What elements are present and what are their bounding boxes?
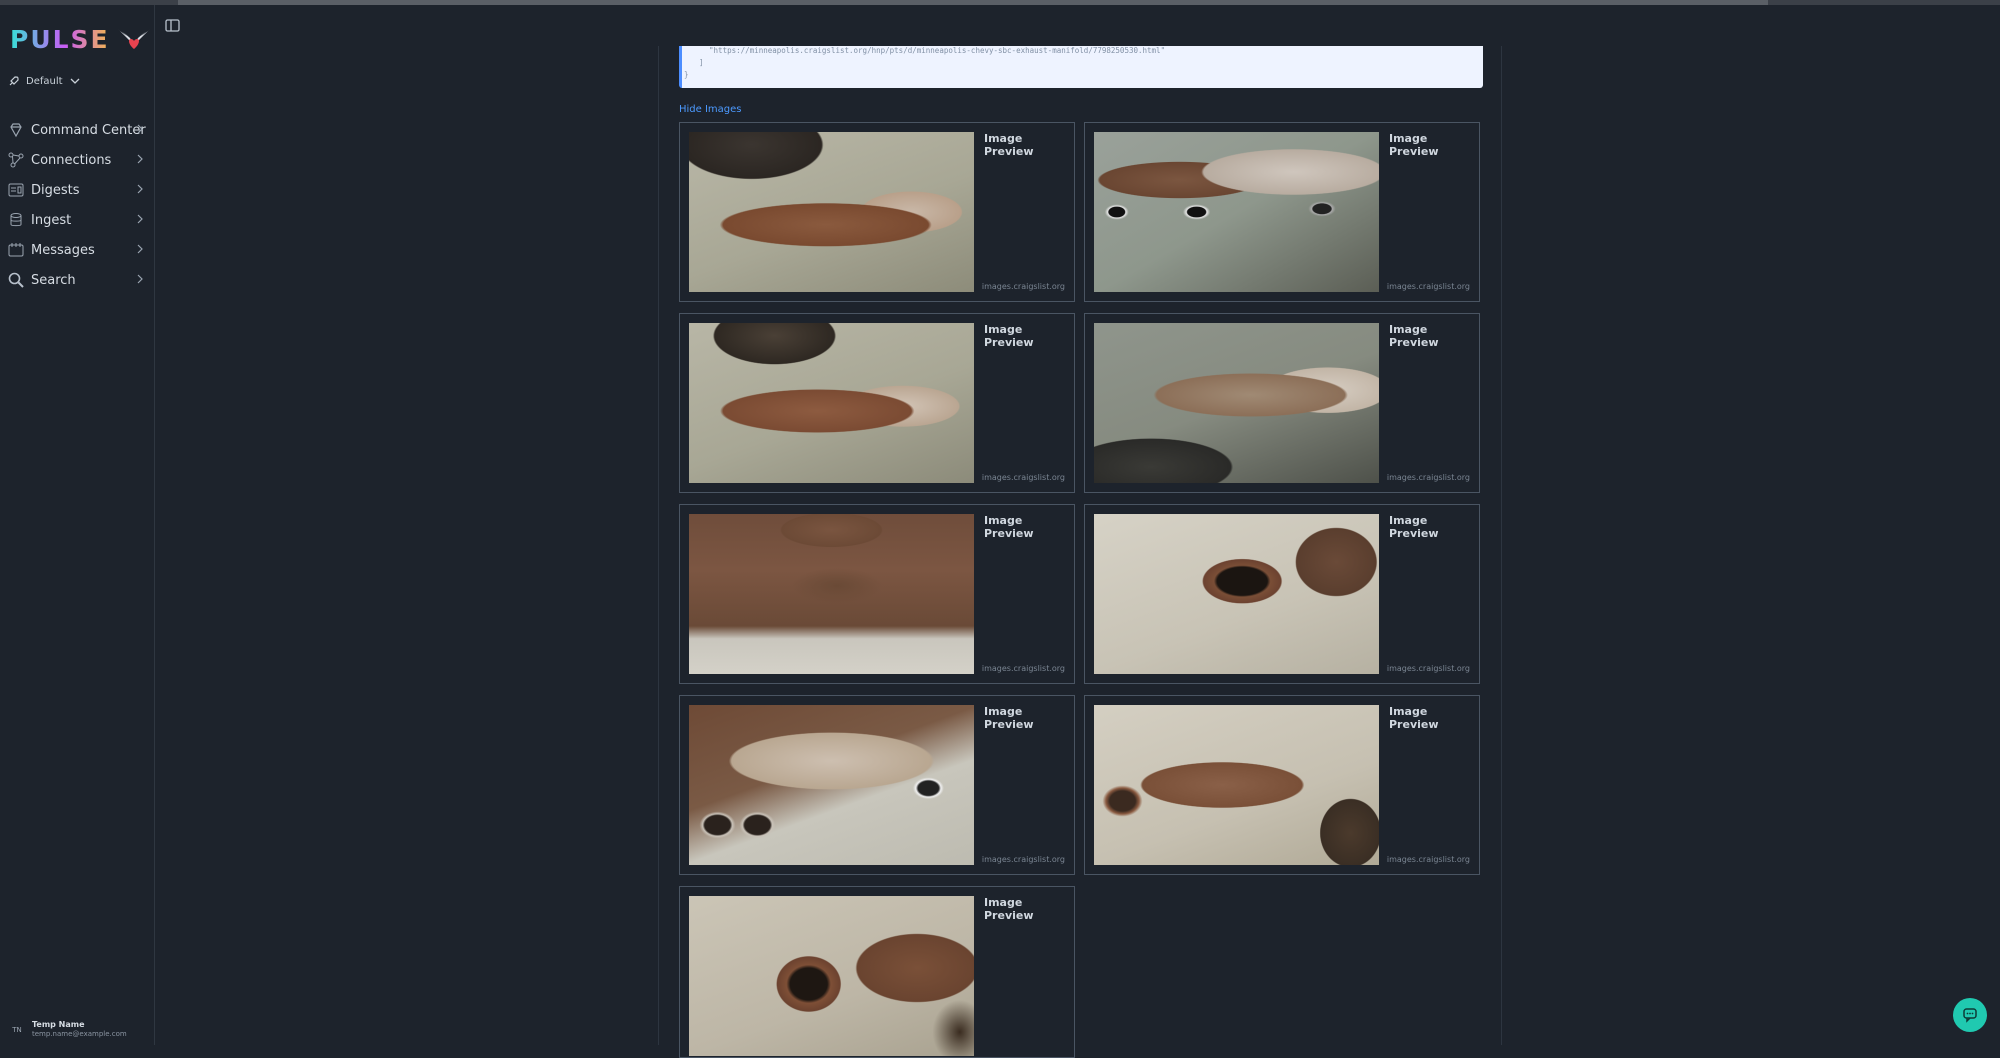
sidebar-item-ingest[interactable]: Ingest xyxy=(0,205,154,235)
image-preview-card[interactable]: Image Preview images.craigslist.org xyxy=(679,122,1075,302)
sidebar-item-connections[interactable]: Connections xyxy=(0,145,154,175)
chevron-right-icon xyxy=(137,214,143,224)
chevron-right-icon xyxy=(137,184,143,194)
app-logo[interactable]: PULSE xyxy=(10,25,110,54)
image-preview-card[interactable]: Image Preview xyxy=(679,886,1075,1058)
card-title: Image Preview xyxy=(984,896,1034,922)
card-source: images.craigslist.org xyxy=(1386,473,1470,482)
sidebar-item-digests[interactable]: Digests xyxy=(0,175,154,205)
avatar: TN xyxy=(12,1025,22,1034)
sidebar-item-search[interactable]: Search xyxy=(0,265,154,295)
card-source: images.craigslist.org xyxy=(1386,664,1470,673)
chevron-down-icon xyxy=(70,78,80,84)
chat-button[interactable] xyxy=(1953,998,1987,1032)
sidebar-item-label: Ingest xyxy=(31,212,72,228)
manifold-outlet-photo[interactable] xyxy=(1094,514,1379,674)
scrollbar-thumb[interactable] xyxy=(178,0,1768,5)
user-menu[interactable]: TN Temp Name temp.name@example.com xyxy=(10,1020,127,1039)
sidebar-toggle-icon[interactable] xyxy=(164,17,182,35)
card-title: Image Preview xyxy=(984,705,1034,731)
image-preview-card[interactable]: Image Preview images.craigslist.org xyxy=(679,695,1075,875)
user-email: temp.name@example.com xyxy=(32,1030,127,1038)
sidebar-item-label: Digests xyxy=(31,182,80,198)
image-preview-card[interactable]: Image Preview images.craigslist.org xyxy=(1084,504,1480,684)
json-code-block: "https://minneapolis.craigslist.org/hnp/… xyxy=(679,46,1483,88)
sidebar-item-label: Messages xyxy=(31,242,95,258)
chevron-right-icon xyxy=(137,244,143,254)
manifold-photo[interactable] xyxy=(1094,132,1379,292)
winged-heart-icon xyxy=(118,29,150,49)
search-icon xyxy=(7,271,25,289)
card-source: images.craigslist.org xyxy=(981,855,1065,864)
sidebar-item-messages[interactable]: Messages xyxy=(0,235,154,265)
sidebar-item-label: Connections xyxy=(31,152,112,168)
sidebar-item-label: Command Center xyxy=(31,122,146,138)
diamond-icon xyxy=(7,121,25,139)
sidebar-item-command-center[interactable]: Command Center xyxy=(0,115,154,145)
window-scrollbar[interactable] xyxy=(0,0,2000,5)
card-title: Image Preview xyxy=(1389,514,1439,540)
profile-selector[interactable]: Default xyxy=(8,75,81,87)
card-title: Image Preview xyxy=(984,323,1034,349)
code-line: } xyxy=(684,70,689,79)
card-title: Image Preview xyxy=(1389,705,1439,731)
image-preview-card[interactable]: Image Preview images.craigslist.org xyxy=(1084,313,1480,493)
chevron-right-icon xyxy=(137,154,143,164)
card-source: images.craigslist.org xyxy=(981,473,1065,482)
profile-label: Default xyxy=(26,75,63,87)
card-source: images.craigslist.org xyxy=(981,282,1065,291)
manifold-photo[interactable] xyxy=(1094,705,1379,865)
rocket-icon xyxy=(9,76,19,86)
code-line: ] xyxy=(690,58,704,67)
card-title: Image Preview xyxy=(1389,132,1439,158)
manifold-photo[interactable] xyxy=(689,323,974,483)
card-source: images.craigslist.org xyxy=(1386,855,1470,864)
card-title: Image Preview xyxy=(1389,323,1439,349)
image-preview-card[interactable]: Image Preview images.craigslist.org xyxy=(1084,122,1480,302)
image-preview-card[interactable]: Image Preview images.craigslist.org xyxy=(679,313,1075,493)
manifold-photo[interactable] xyxy=(1094,323,1379,483)
code-line: "https://minneapolis.craigslist.org/hnp/… xyxy=(700,46,1166,55)
chat-bubble-icon xyxy=(1963,1008,1977,1023)
manifold-outlet-photo[interactable] xyxy=(689,896,974,1056)
database-icon xyxy=(7,211,25,229)
brand[interactable]: PULSE xyxy=(10,25,150,54)
sidebar-item-label: Search xyxy=(31,272,76,288)
digest-icon xyxy=(7,181,25,199)
hide-images-link[interactable]: Hide Images xyxy=(679,104,742,115)
image-preview-card[interactable]: Image Preview images.craigslist.org xyxy=(1084,695,1480,875)
user-name: Temp Name xyxy=(32,1020,85,1029)
chevron-right-icon xyxy=(137,124,143,134)
manifold-closeup-photo[interactable] xyxy=(689,514,974,674)
manifold-photo[interactable] xyxy=(689,705,974,865)
card-title: Image Preview xyxy=(984,514,1034,540)
image-preview-card[interactable]: Image Preview images.craigslist.org xyxy=(679,504,1075,684)
card-title: Image Preview xyxy=(984,132,1034,158)
sidebar: PULSE Default Command Center Connections… xyxy=(0,5,155,1045)
card-source: images.craigslist.org xyxy=(981,664,1065,673)
chevron-right-icon xyxy=(137,274,143,284)
card-source: images.craigslist.org xyxy=(1386,282,1470,291)
messages-icon xyxy=(7,241,25,259)
connections-icon xyxy=(7,151,25,169)
sidebar-nav: Command Center Connections Digests Inges… xyxy=(0,115,154,295)
manifold-photo[interactable] xyxy=(689,132,974,292)
